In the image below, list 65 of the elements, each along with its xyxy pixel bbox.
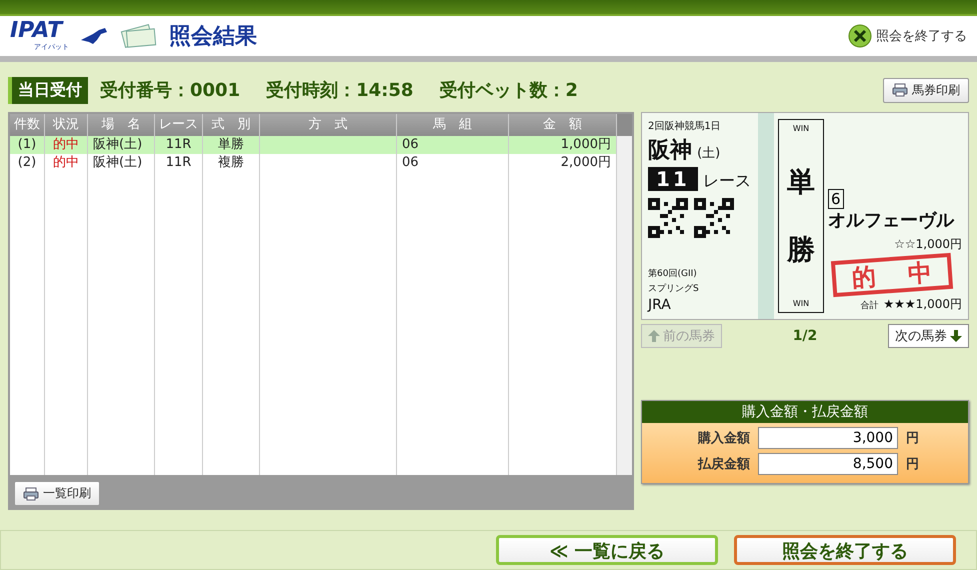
close-icon xyxy=(848,24,872,48)
horse-icon xyxy=(79,26,109,46)
qr-code-icon xyxy=(694,198,734,238)
ticket-print-button[interactable]: 馬券印刷 xyxy=(883,78,969,102)
bet-type-char: 単 xyxy=(787,164,815,200)
table-cell: (1) xyxy=(10,136,45,154)
list-print-button[interactable]: 一覧印刷 xyxy=(14,481,100,506)
yen-unit: 円 xyxy=(906,456,919,473)
bet-type-char: 勝 xyxy=(787,232,815,268)
stamp-char: 的 xyxy=(851,264,877,290)
receipt-info: 受付時刻：14:58 xyxy=(266,79,414,102)
table-cell: 06 xyxy=(397,136,509,154)
column-header: 場 名 xyxy=(88,114,155,136)
amounts-title: 購入金額・払戻金額 xyxy=(642,401,968,423)
page-title: 照会結果 xyxy=(169,23,257,51)
up-arrow-icon xyxy=(648,330,660,342)
column-header: 金 額 xyxy=(509,114,617,136)
race-edition: 第60回(GII) xyxy=(648,268,698,280)
scrollbar-header xyxy=(617,114,632,136)
ticket-issuer: JRA xyxy=(648,297,672,313)
column-header: 方 式 xyxy=(260,114,397,136)
ticket-venue: 阪神 xyxy=(648,138,692,163)
table-cell: 1,000円 xyxy=(509,136,617,154)
ticket-meeting: 2回阪神競馬1日 xyxy=(648,120,722,133)
table-cell: 単勝 xyxy=(203,136,260,154)
total-amount: ★★★1,000円 xyxy=(883,297,962,311)
yen-unit: 円 xyxy=(906,430,919,447)
next-ticket-button[interactable]: 次の馬券 xyxy=(888,324,969,348)
column-header: 式 別 xyxy=(203,114,260,136)
amount-label: 購入金額 xyxy=(696,430,750,447)
stamp-char: 中 xyxy=(907,260,933,286)
ticket-page-indicator: 1/2 xyxy=(792,328,818,344)
end-inquiry-button[interactable]: 照会を終了する xyxy=(848,24,967,48)
receipt-info: 受付ベット数：2 xyxy=(439,79,578,102)
race-number: 11 xyxy=(648,167,698,191)
back-to-list-button[interactable]: ≪ 一覧に戻る xyxy=(496,535,718,565)
logo-text: IPAT xyxy=(10,20,62,42)
stake-amount: ☆☆1,000円 xyxy=(894,236,962,253)
same-day-badge: 当日受付 xyxy=(8,76,88,104)
tickets-icon xyxy=(119,22,159,50)
printer-icon xyxy=(23,486,39,500)
scrollbar[interactable] xyxy=(617,136,632,475)
horse-number: 6 xyxy=(828,189,844,209)
win-label: WIN xyxy=(792,299,810,308)
amount-label: 払戻金額 xyxy=(696,456,750,473)
amount-field[interactable]: 3,000 xyxy=(758,427,898,449)
table-cell: 的中 xyxy=(45,136,88,154)
down-arrow-icon xyxy=(950,330,962,342)
total-label: 合計 xyxy=(860,301,878,311)
table-cell: 11R xyxy=(155,136,203,154)
column-header: レース xyxy=(155,114,203,136)
column-header: 馬 組 xyxy=(397,114,509,136)
table-cell: 阪神(土) xyxy=(88,136,155,154)
win-label: WIN xyxy=(792,124,810,133)
horse-name: オルフェーヴル xyxy=(828,210,954,231)
race-label: レース xyxy=(702,171,751,190)
column-header: 件数 xyxy=(10,114,45,136)
amount-field[interactable]: 8,500 xyxy=(758,453,898,475)
end-inquiry-big-button[interactable]: 照会を終了する xyxy=(734,535,956,565)
qr-code-icon xyxy=(648,198,688,238)
ticket-day: (土) xyxy=(697,146,720,161)
column-header: 状況 xyxy=(45,114,88,136)
race-name: スプリングS xyxy=(648,282,700,295)
receipt-info: 受付番号：0001 xyxy=(100,79,240,102)
printer-icon xyxy=(892,83,908,97)
